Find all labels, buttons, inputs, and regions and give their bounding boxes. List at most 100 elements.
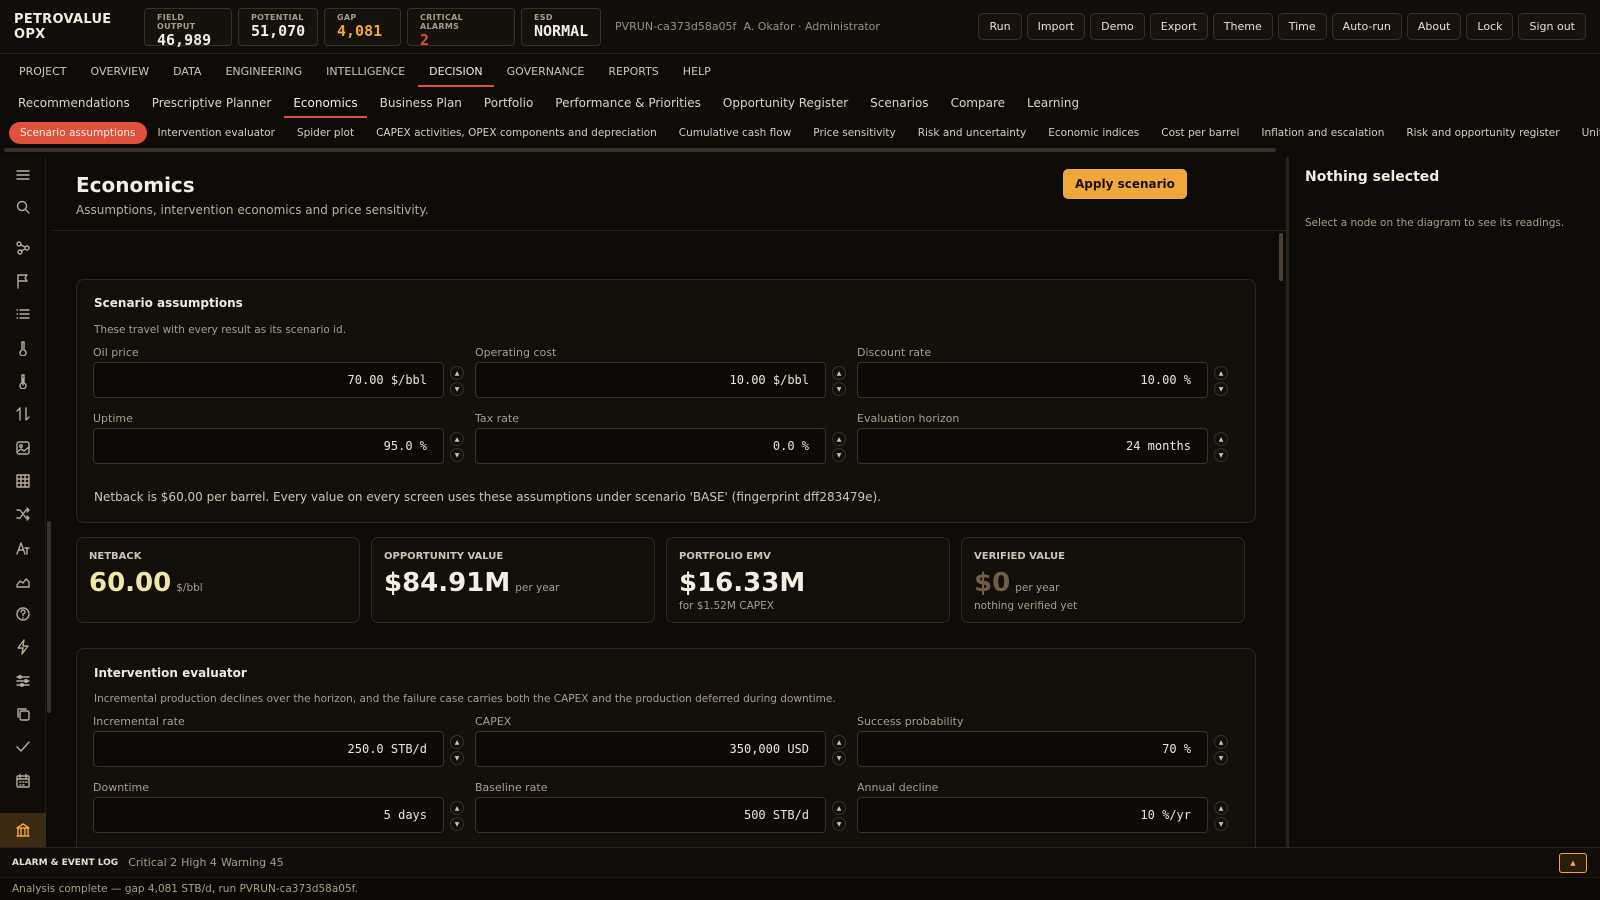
image-icon[interactable] <box>13 438 33 458</box>
sign-out-button[interactable]: Sign out <box>1518 13 1586 40</box>
tab-price-sensitivity[interactable]: Price sensitivity <box>802 122 906 144</box>
operating-cost-input[interactable]: 10.00 $/bbl <box>475 362 826 398</box>
incremental-rate-input[interactable]: 250.0 STB/d <box>93 731 444 767</box>
decrement-icon[interactable]: ▼ <box>450 382 464 396</box>
discount-rate-input[interactable]: 10.00 % <box>857 362 1208 398</box>
increment-icon[interactable]: ▲ <box>450 432 464 446</box>
tabs-horizontal-scrollbar[interactable] <box>4 148 1276 152</box>
tab-cost-per-barrel[interactable]: Cost per barrel <box>1150 122 1250 144</box>
copy-icon[interactable] <box>13 704 33 724</box>
expand-log-button[interactable]: ▲ <box>1559 853 1587 873</box>
subnav-opportunity-register[interactable]: Opportunity Register <box>712 88 859 118</box>
capex-stepper[interactable]: ▲ ▼ <box>832 735 846 767</box>
tab-risk-opportunity-register[interactable]: Risk and opportunity register <box>1395 122 1570 144</box>
decrement-icon[interactable]: ▼ <box>450 817 464 831</box>
uptime-stepper[interactable]: ▲ ▼ <box>450 432 464 464</box>
table-icon[interactable] <box>13 471 33 491</box>
nav-decision[interactable]: DECISION <box>417 55 495 87</box>
discount-rate-stepper[interactable]: ▲ ▼ <box>1214 366 1228 398</box>
export-button[interactable]: Export <box>1149 13 1208 40</box>
subnav-learning[interactable]: Learning <box>1016 88 1090 118</box>
subnav-business-plan[interactable]: Business Plan <box>369 88 473 118</box>
downtime-input[interactable]: 5 days <box>93 797 444 833</box>
import-button[interactable]: Import <box>1026 13 1086 40</box>
thermometer-alt-icon[interactable] <box>13 371 33 391</box>
decrement-icon[interactable]: ▼ <box>450 448 464 462</box>
tax-rate-input[interactable]: 0.0 % <box>475 428 826 464</box>
search-icon[interactable] <box>13 197 33 217</box>
auto-run-button[interactable]: Auto-run <box>1331 13 1402 40</box>
increment-icon[interactable]: ▲ <box>1214 366 1228 380</box>
about-button[interactable]: About <box>1406 13 1462 40</box>
nav-governance[interactable]: GOVERNANCE <box>495 55 597 87</box>
content-scrollbar[interactable] <box>1279 233 1283 281</box>
tab-intervention-evaluator[interactable]: Intervention evaluator <box>147 122 286 144</box>
thermometer-icon[interactable] <box>13 338 33 358</box>
evaluation-horizon-input[interactable]: 24 months <box>857 428 1208 464</box>
tab-scenario-assumptions[interactable]: Scenario assumptions <box>9 122 147 144</box>
increment-icon[interactable]: ▲ <box>450 735 464 749</box>
area-chart-icon[interactable] <box>13 571 33 591</box>
calendar-icon[interactable] <box>13 771 33 791</box>
annual-decline-input[interactable]: 10 %/yr <box>857 797 1208 833</box>
typography-icon[interactable] <box>13 538 33 558</box>
flag-icon[interactable] <box>13 271 33 291</box>
tab-units-of-production[interactable]: Units-of-production deprec <box>1571 122 1600 144</box>
incremental-rate-stepper[interactable]: ▲ ▼ <box>450 735 464 767</box>
decrement-icon[interactable]: ▼ <box>832 817 846 831</box>
nav-project[interactable]: PROJECT <box>7 55 79 87</box>
help-icon[interactable] <box>13 604 33 624</box>
apply-scenario-button[interactable]: Apply scenario <box>1063 169 1187 199</box>
tax-rate-stepper[interactable]: ▲ ▼ <box>832 432 846 464</box>
list-icon[interactable] <box>13 304 33 324</box>
annual-decline-stepper[interactable]: ▲ ▼ <box>1214 801 1228 833</box>
decrement-icon[interactable]: ▼ <box>1214 751 1228 765</box>
tab-risk-uncertainty[interactable]: Risk and uncertainty <box>907 122 1038 144</box>
baseline-rate-stepper[interactable]: ▲ ▼ <box>832 801 846 833</box>
check-icon[interactable] <box>13 737 33 757</box>
nav-overview[interactable]: OVERVIEW <box>79 55 162 87</box>
sliders-icon[interactable] <box>13 671 33 691</box>
theme-button[interactable]: Theme <box>1212 13 1273 40</box>
subnav-prescriptive-planner[interactable]: Prescriptive Planner <box>141 88 283 118</box>
demo-button[interactable]: Demo <box>1090 13 1145 40</box>
shuffle-icon[interactable] <box>13 504 33 524</box>
bank-icon[interactable] <box>0 813 46 847</box>
run-button[interactable]: Run <box>978 13 1022 40</box>
increment-icon[interactable]: ▲ <box>832 432 846 446</box>
tab-inflation-escalation[interactable]: Inflation and escalation <box>1250 122 1395 144</box>
alarm-event-log-bar[interactable]: ALARM & EVENT LOG Critical 2 High 4 Warn… <box>0 847 1600 877</box>
decrement-icon[interactable]: ▼ <box>832 751 846 765</box>
decrement-icon[interactable]: ▼ <box>1214 448 1228 462</box>
tab-economic-indices[interactable]: Economic indices <box>1037 122 1150 144</box>
tab-spider-plot[interactable]: Spider plot <box>286 122 365 144</box>
increment-icon[interactable]: ▲ <box>450 801 464 815</box>
decrement-icon[interactable]: ▼ <box>1214 382 1228 396</box>
increment-icon[interactable]: ▲ <box>450 366 464 380</box>
subnav-scenarios[interactable]: Scenarios <box>859 88 939 118</box>
tab-cumulative-cash-flow[interactable]: Cumulative cash flow <box>668 122 803 144</box>
operating-cost-stepper[interactable]: ▲ ▼ <box>832 366 846 398</box>
nav-engineering[interactable]: ENGINEERING <box>213 55 314 87</box>
rail-scrollbar[interactable] <box>47 521 51 713</box>
subnav-recommendations[interactable]: Recommendations <box>7 88 141 118</box>
increment-icon[interactable]: ▲ <box>1214 801 1228 815</box>
nav-intelligence[interactable]: INTELLIGENCE <box>314 55 417 87</box>
nav-reports[interactable]: REPORTS <box>596 55 670 87</box>
tab-capex-opex-depreciation[interactable]: CAPEX activities, OPEX components and de… <box>365 122 668 144</box>
lightning-icon[interactable] <box>13 637 33 657</box>
capex-input[interactable]: 350,000 USD <box>475 731 826 767</box>
subnav-economics[interactable]: Economics <box>282 88 368 118</box>
increment-icon[interactable]: ▲ <box>832 801 846 815</box>
time-button[interactable]: Time <box>1277 13 1327 40</box>
decrement-icon[interactable]: ▼ <box>450 751 464 765</box>
decrement-icon[interactable]: ▼ <box>832 448 846 462</box>
lock-button[interactable]: Lock <box>1466 13 1514 40</box>
success-probability-stepper[interactable]: ▲ ▼ <box>1214 735 1228 767</box>
increment-icon[interactable]: ▲ <box>832 366 846 380</box>
decrement-icon[interactable]: ▼ <box>832 382 846 396</box>
nav-data[interactable]: DATA <box>161 55 213 87</box>
subnav-compare[interactable]: Compare <box>940 88 1016 118</box>
uptime-input[interactable]: 95.0 % <box>93 428 444 464</box>
success-probability-input[interactable]: 70 % <box>857 731 1208 767</box>
